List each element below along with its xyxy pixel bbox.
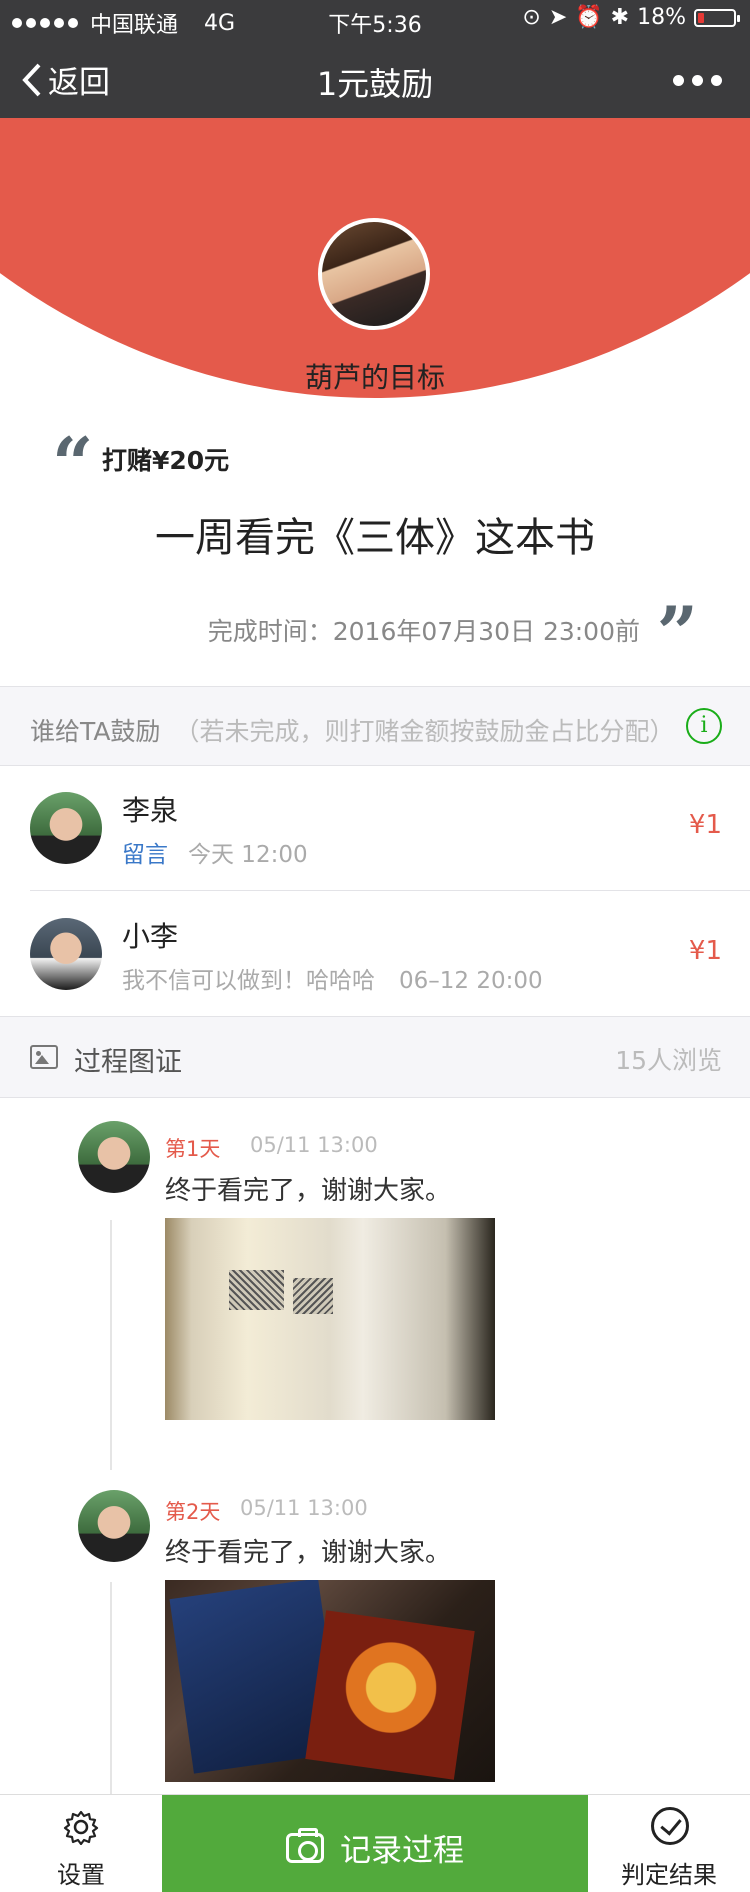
camera-icon [286, 1827, 324, 1863]
encouragers-title: 谁给TA鼓励 （若未完成，则打赌金额按鼓励金占比分配） [30, 712, 674, 748]
deadline-value: 2016年07月30日 23:00前 [332, 617, 640, 646]
view-count: 15人浏览 [615, 1046, 722, 1075]
entry-day: 第1天 [165, 1137, 221, 1161]
check-circle-icon [651, 1807, 689, 1845]
page-title: 1元鼓励 [316, 65, 434, 103]
record-button[interactable]: 记录过程 [162, 1795, 588, 1892]
encourager-meta: 留言 今天 12:00 [122, 835, 308, 869]
encourager-name: 小李 [122, 920, 179, 953]
status-bar: 中国联通 4G 下午5:36 ⊙ ➤ ⏰ ✱ 18% [0, 0, 750, 40]
battery-icon [694, 8, 740, 27]
encouragers-title-text: 谁给TA鼓励 [30, 717, 161, 746]
encouragers-note: （若未完成，则打赌金额按鼓励金占比分配） [174, 717, 675, 746]
bluetooth-icon: ✱ [610, 5, 630, 30]
message-link[interactable]: 留言 [122, 842, 168, 868]
settings-label: 设置 [57, 1861, 105, 1889]
judge-label: 判定结果 [621, 1861, 717, 1889]
timeline-line [110, 1220, 112, 1470]
encourager-amount: ¥1 [688, 810, 722, 840]
settings-button[interactable]: 设置 [0, 1795, 162, 1892]
status-right: ⊙ ➤ ⏰ ✱ 18% [522, 5, 740, 30]
encourager-amount: ¥1 [688, 936, 722, 966]
battery-percent: 18% [637, 5, 686, 30]
entry-photo[interactable] [165, 1580, 495, 1782]
avatar[interactable] [30, 918, 102, 990]
judge-button[interactable]: 判定结果 [588, 1795, 750, 1892]
record-content: 记录过程 [162, 1825, 588, 1870]
bet-amount: 打赌¥20元 [102, 446, 230, 475]
divider [0, 1097, 750, 1098]
location-icon: ➤ [548, 5, 568, 30]
owner-avatar[interactable] [318, 218, 430, 330]
alarm-icon: ⏰ [575, 5, 603, 30]
goal-owner-label: 葫芦的目标 [304, 361, 445, 394]
info-icon[interactable]: i [686, 708, 722, 744]
photo-detail [229, 1270, 284, 1310]
encourager-meta: 我不信可以做到！哈哈哈 06–12 20:00 [122, 961, 543, 995]
encouragers-header: 谁给TA鼓励 （若未完成，则打赌金额按鼓励金占比分配） i [0, 687, 750, 765]
deadline: 完成时间：2016年07月30日 23:00前 [208, 612, 640, 648]
photo-detail [293, 1278, 333, 1314]
encourager-time: 今天 12:00 [188, 842, 308, 868]
encourager-name: 李泉 [122, 794, 179, 827]
close-quote-icon: ” [656, 590, 698, 675]
encourager-row[interactable]: 小李 我不信可以做到！哈哈哈 06–12 20:00 ¥1 [0, 891, 750, 1017]
avatar[interactable] [78, 1490, 150, 1562]
process-title: 过程图证 [74, 1047, 182, 1078]
page: 中国联通 4G 下午5:36 ⊙ ➤ ⏰ ✱ 18% 返回 1元鼓励 葫芦的目标… [0, 0, 750, 1892]
entry-text: 终于看完了，谢谢大家。 [165, 1176, 452, 1206]
encourager-time: 06–12 20:00 [399, 968, 543, 994]
entry-day: 第2天 [165, 1500, 221, 1524]
timeline-line [110, 1582, 112, 1794]
open-quote-icon: “ [52, 421, 94, 506]
process-header: 过程图证 15人浏览 [0, 1017, 750, 1097]
entry-time: 05/11 13:00 [250, 1133, 378, 1157]
more-button[interactable] [673, 75, 722, 86]
entry-photo[interactable] [165, 1218, 495, 1420]
gear-icon [63, 1810, 99, 1845]
encourager-row[interactable]: 李泉 留言 今天 12:00 ¥1 [0, 765, 750, 891]
encourager-message: 我不信可以做到！哈哈哈 [122, 968, 375, 994]
entry-text: 终于看完了，谢谢大家。 [165, 1538, 452, 1568]
lock-rotation-icon: ⊙ [522, 5, 541, 30]
book-cover [305, 1610, 475, 1780]
goal-text: 一周看完《三体》这本书 [155, 515, 595, 561]
record-label: 记录过程 [340, 1833, 464, 1869]
avatar[interactable] [30, 792, 102, 864]
entry-time: 05/11 13:00 [240, 1496, 368, 1520]
avatar[interactable] [78, 1121, 150, 1193]
bottom-bar: 设置 记录过程 判定结果 [0, 1794, 750, 1892]
deadline-label: 完成时间： [207, 617, 333, 646]
image-icon [30, 1045, 58, 1069]
nav-bar: 返回 1元鼓励 [0, 40, 750, 118]
